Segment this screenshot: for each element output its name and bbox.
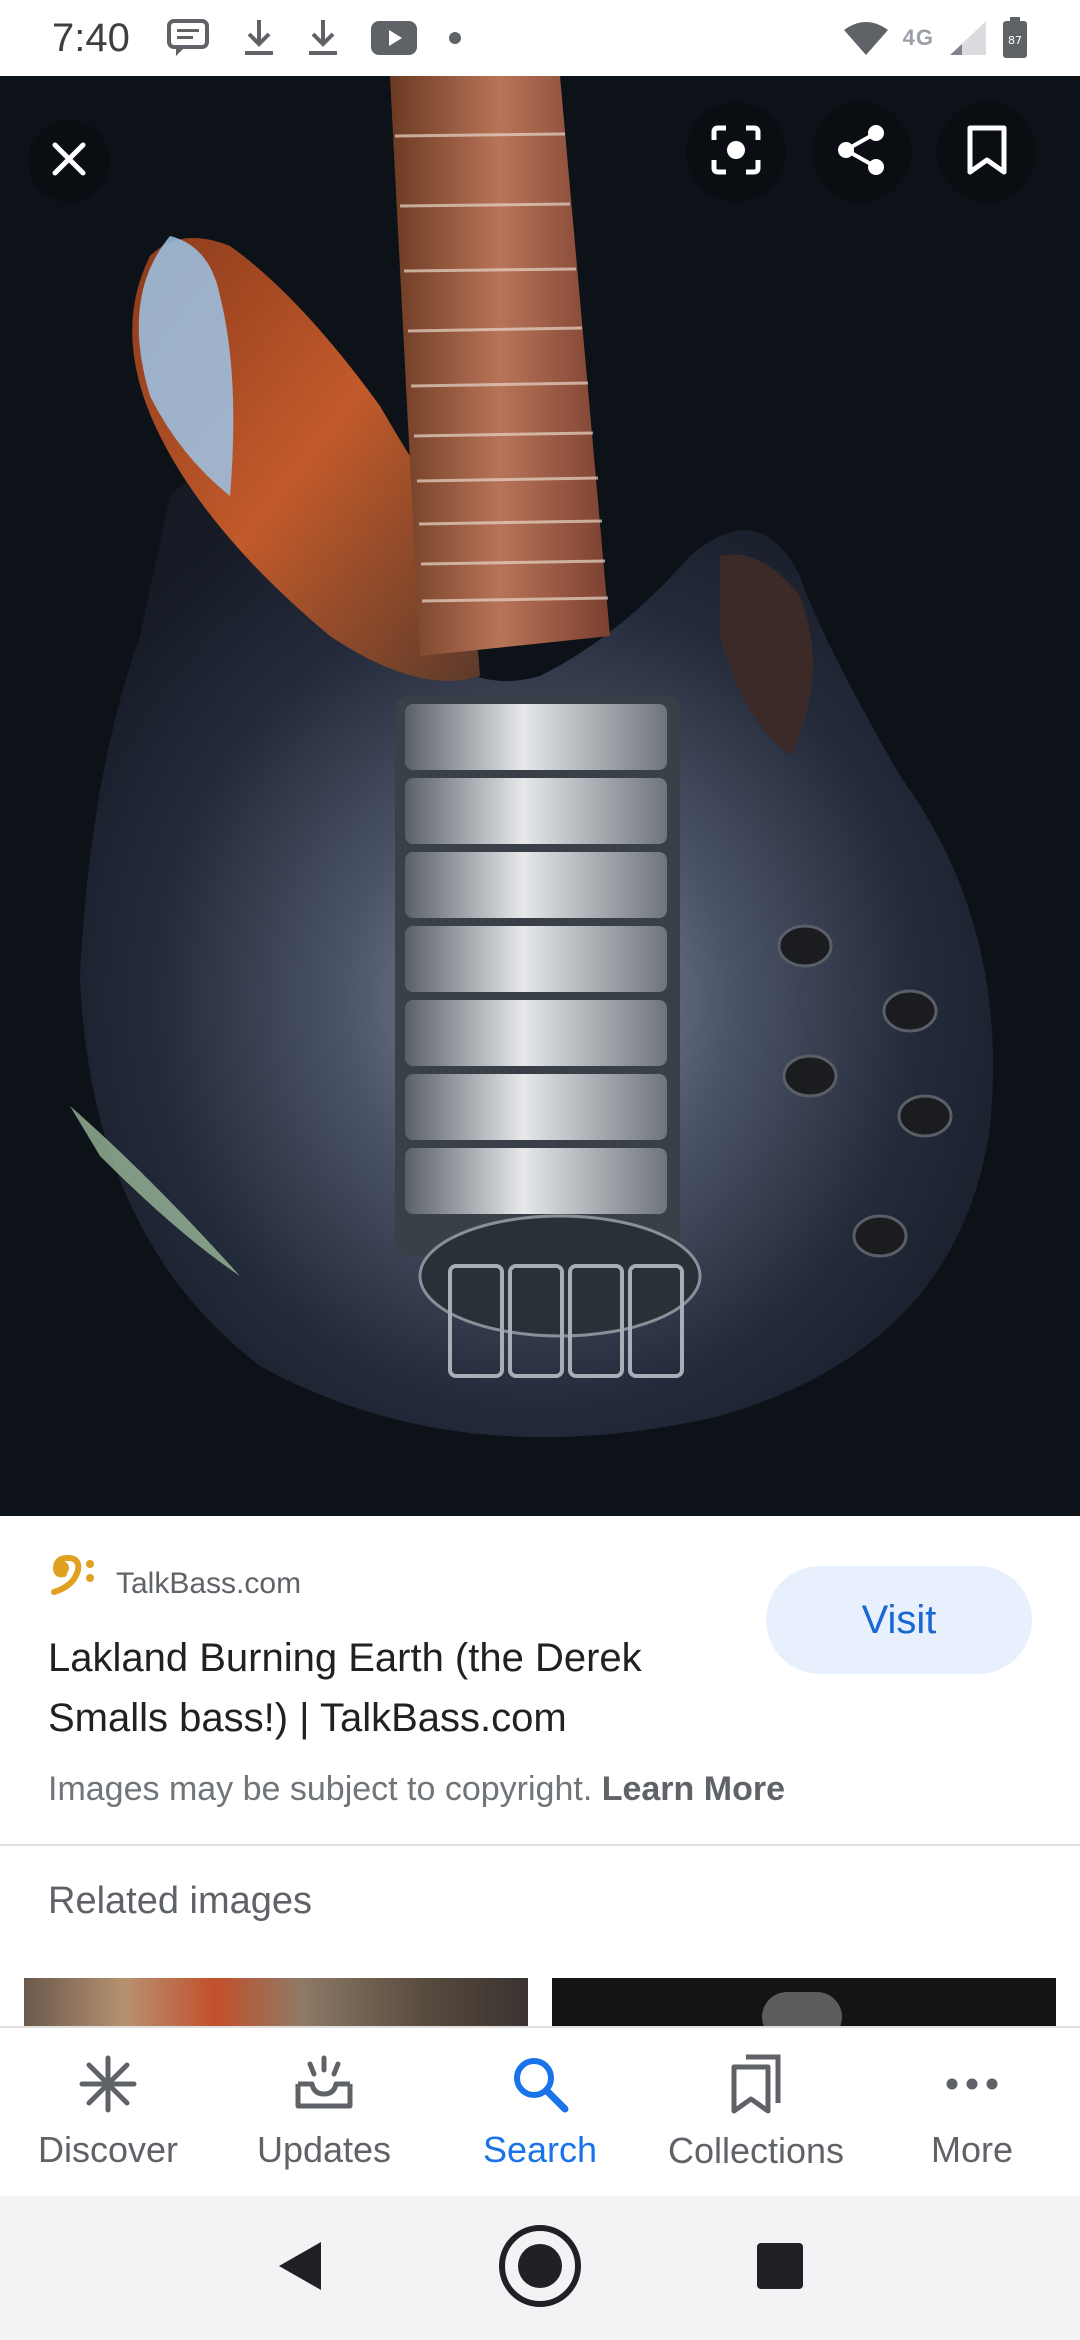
nav-collections[interactable]: Collections (648, 2028, 864, 2196)
source-row[interactable]: TalkBass.com (48, 1552, 301, 1615)
wifi-icon (843, 20, 889, 56)
status-bar: 7:40 4G 87 (0, 0, 1080, 76)
system-navigation-bar (0, 2196, 1080, 2340)
message-icon (166, 18, 212, 58)
guitar-image (0, 76, 1080, 1516)
nav-label: More (930, 2128, 1014, 2170)
nav-discover[interactable]: Discover (0, 2028, 216, 2196)
learn-more-link[interactable]: Learn More (602, 1770, 785, 1808)
nav-search[interactable]: Search (432, 2028, 648, 2196)
status-time: 7:40 (52, 15, 130, 60)
lens-icon (708, 122, 764, 183)
home-button[interactable] (495, 2223, 585, 2313)
result-title[interactable]: Lakland Burning Earth (the Derek Smalls … (48, 1628, 728, 1748)
copyright-notice: Images may be subject to copyright. Lear… (48, 1770, 785, 1809)
system-status-icons: 4G 87 (843, 17, 1028, 59)
nav-more[interactable]: More (864, 2028, 1080, 2196)
collections-icon (728, 2053, 784, 2120)
image-viewer[interactable] (0, 76, 1080, 1516)
recents-button[interactable] (735, 2223, 825, 2313)
nav-updates[interactable]: Updates (216, 2028, 432, 2196)
notification-icons (166, 18, 462, 58)
nav-label: Discover (37, 2128, 179, 2170)
nav-label: Updates (256, 2128, 392, 2170)
related-image-thumbnail[interactable] (24, 1978, 528, 2028)
related-image-thumbnail[interactable] (552, 1978, 1056, 2028)
related-images-heading: Related images (48, 1880, 313, 1922)
bookmark-icon (966, 124, 1008, 181)
nav-label: Collections (667, 2129, 845, 2171)
bookmark-button[interactable] (937, 102, 1037, 202)
share-icon (834, 123, 888, 182)
bass-clef-icon (48, 1552, 102, 1615)
lens-button[interactable] (686, 102, 786, 202)
battery-icon: 87 (1002, 17, 1028, 59)
battery-level: 87 (1008, 34, 1022, 47)
more-horizontal-icon (942, 2054, 1002, 2119)
signal-icon (948, 19, 988, 57)
source-name[interactable]: TalkBass.com (116, 1567, 301, 1601)
copyright-text: Images may be subject to copyright. (48, 1770, 593, 1808)
network-type-label: 4G (902, 25, 934, 50)
home-icon (498, 2224, 582, 2313)
recents-icon (755, 2241, 805, 2296)
nav-label: Search (482, 2128, 598, 2170)
bottom-navigation: Discover Updates Search Collections More (0, 2026, 1080, 2196)
download-icon (242, 18, 276, 58)
back-button[interactable] (255, 2223, 345, 2313)
close-button[interactable] (28, 120, 110, 202)
visit-button[interactable]: Visit (766, 1566, 1032, 1674)
close-icon (49, 139, 89, 184)
youtube-icon (370, 20, 418, 56)
back-icon (275, 2238, 325, 2299)
dot-icon (448, 31, 462, 45)
asterisk-icon (78, 2054, 138, 2119)
download-icon (306, 18, 340, 58)
result-info-panel: TalkBass.com Lakland Burning Earth (the … (0, 1516, 1080, 1846)
inbox-tray-icon (292, 2054, 356, 2119)
share-button[interactable] (811, 102, 911, 202)
search-icon (510, 2054, 570, 2119)
